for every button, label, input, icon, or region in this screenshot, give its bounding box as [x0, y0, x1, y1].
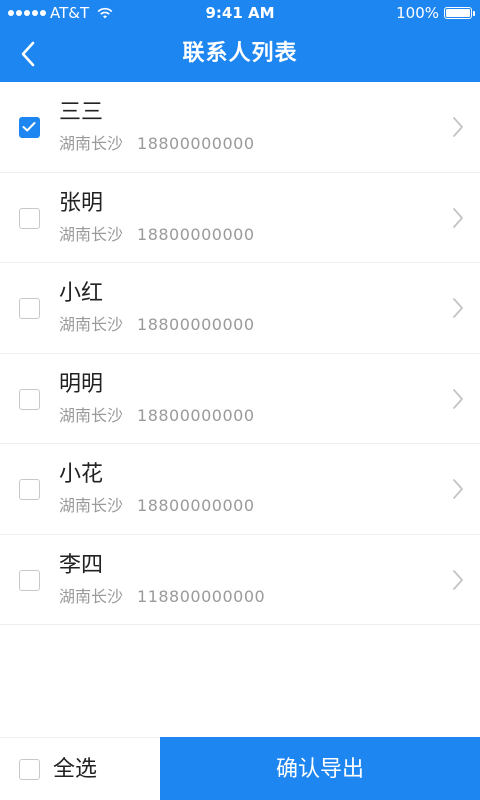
contact-row[interactable]: 明明湖南长沙 18800000000 [0, 354, 480, 444]
contact-location: 湖南长沙 [59, 405, 124, 425]
contact-checkbox[interactable] [19, 388, 40, 410]
contact-location: 湖南长沙 [59, 586, 124, 606]
contact-phone: 118800000000 [137, 586, 266, 606]
page-title: 联系人列表 [182, 41, 298, 66]
contact-phone: 18800000000 [137, 134, 255, 153]
contact-phone: 18800000000 [137, 496, 255, 515]
contact-details: 湖南长沙 18800000000 [59, 134, 255, 154]
contact-row[interactable]: 小红湖南长沙 18800000000 [0, 263, 480, 354]
contact-checkbox[interactable] [19, 298, 40, 319]
chevron-right-icon [453, 479, 463, 499]
nav-bar: 联系人列表 [0, 26, 480, 82]
chevron-right-icon [453, 117, 463, 137]
contact-row[interactable]: 张明湖南长沙 18800000000 [0, 173, 480, 263]
contact-row[interactable]: 三三湖南长沙 18800000000 [0, 82, 480, 173]
app-screen: AT&T 9:41 AM 100% 联系人列表 三三 湖南长沙 18800000… [0, 0, 480, 800]
contact-name: 明明 [59, 371, 104, 397]
contact-details: 湖南长沙 18800000000 [59, 315, 255, 335]
bottom-bar: 全选 确认导出 [0, 737, 480, 800]
select-all-checkbox[interactable] [19, 759, 40, 780]
contact-checkbox[interactable] [19, 479, 40, 500]
checkmark-icon [22, 122, 36, 132]
contact-details: 湖南长沙 18800000000 [59, 496, 255, 516]
contact-row[interactable]: 李四湖南长沙 118800000000 [0, 535, 480, 625]
contact-name: 小红 [59, 281, 104, 306]
chevron-right-icon [453, 388, 463, 409]
contact-location: 湖南长沙 [59, 496, 124, 515]
battery-percentage: 100% [396, 4, 439, 22]
contact-name: 张明 [59, 190, 104, 216]
chevron-right-icon [453, 207, 463, 228]
status-right: 100% [396, 0, 475, 26]
status-bar: AT&T 9:41 AM 100% [0, 0, 480, 26]
confirm-export-button[interactable]: 确认导出 [160, 737, 480, 800]
contact-name: 三三 [59, 100, 104, 125]
contact-details: 湖南长沙 18800000000 [59, 406, 255, 426]
contact-location: 湖南长沙 [59, 315, 124, 334]
select-all-label: 全选 [53, 757, 98, 782]
contact-location: 湖南长沙 [59, 224, 124, 244]
contact-list: 三三 湖南长沙 18800000000 张明 湖南长沙 18800000000 小红 湖南长沙… [0, 82, 480, 625]
contact-name: 小花 [59, 462, 104, 487]
contact-phone: 18800000000 [137, 224, 255, 244]
contact-name: 李四 [59, 552, 104, 578]
contact-row[interactable]: 小花湖南长沙 18800000000 [0, 444, 480, 535]
contact-location: 湖南长沙 [59, 134, 124, 153]
contact-details: 湖南长沙 118800000000 [59, 587, 265, 607]
contact-checkbox[interactable] [19, 569, 40, 591]
select-all-toggle[interactable]: 全选 [0, 738, 160, 800]
chevron-right-icon [453, 298, 463, 318]
chevron-right-icon [453, 569, 463, 590]
contact-phone: 18800000000 [137, 405, 255, 425]
header: AT&T 9:41 AM 100% 联系人列表 [0, 0, 480, 82]
contact-checkbox[interactable] [19, 117, 40, 138]
battery-icon [444, 7, 475, 19]
contact-checkbox[interactable] [19, 207, 40, 229]
contact-phone: 18800000000 [137, 315, 255, 334]
contact-details: 湖南长沙 18800000000 [59, 225, 255, 245]
